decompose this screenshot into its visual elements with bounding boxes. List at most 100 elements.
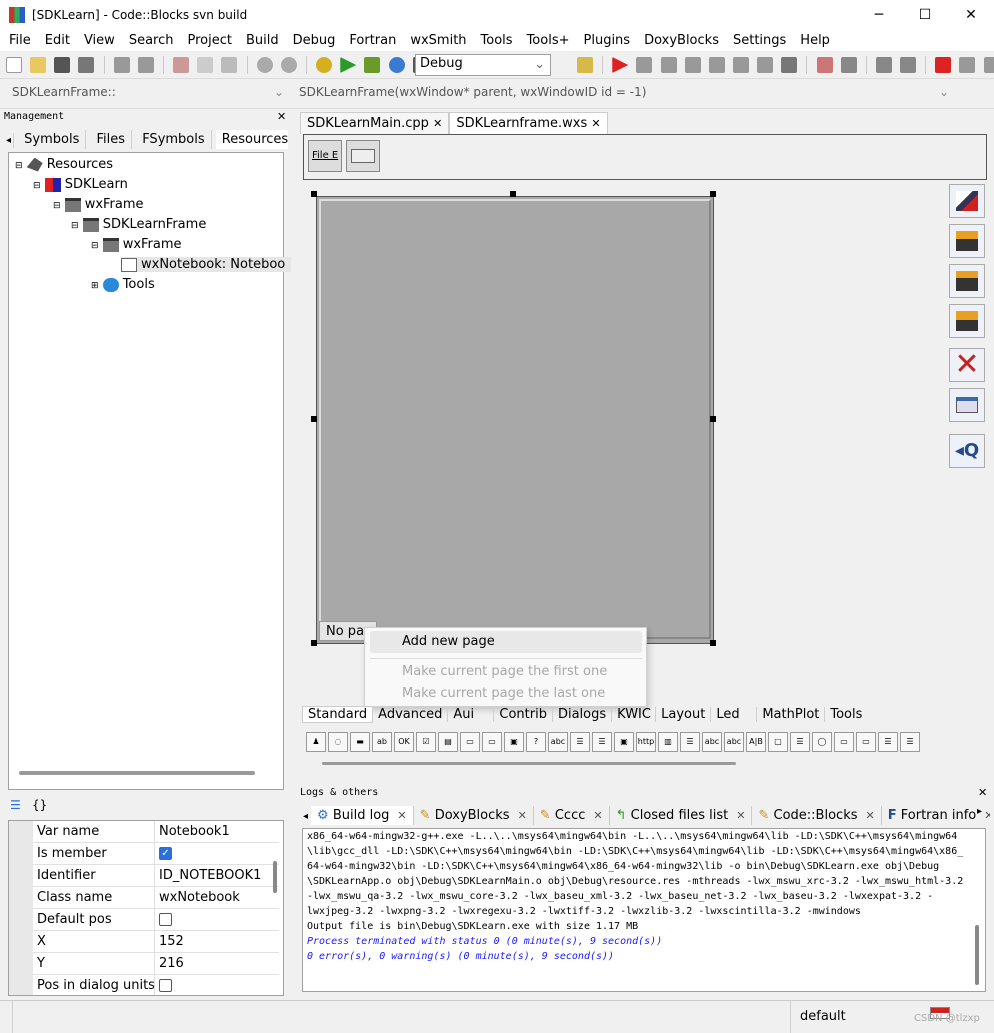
menu-file[interactable]: File xyxy=(2,33,38,48)
close-icon[interactable]: ✕ xyxy=(433,117,442,130)
menu-plugins[interactable]: Plugins xyxy=(577,33,638,48)
tab-scroll-left-icon[interactable]: ◂ xyxy=(300,811,311,822)
palette-tab-dialogs[interactable]: Dialogs xyxy=(553,707,613,722)
next-instruction-icon[interactable] xyxy=(732,57,749,73)
debug-info-icon[interactable] xyxy=(840,57,857,73)
resize-handle[interactable] xyxy=(311,640,317,646)
tree-node-sdklearnframe[interactable]: ⊟ SDKLearnFrame xyxy=(71,217,206,232)
palette-widget-icon[interactable]: A|B xyxy=(746,732,766,752)
insert-after-icon[interactable] xyxy=(949,304,985,338)
tab-scroll-left-icon[interactable]: ◂ xyxy=(4,133,15,148)
build-log-output[interactable]: x86_64-w64-mingw32-g++.exe -L..\..\msys6… xyxy=(302,828,986,992)
prop-class-name[interactable]: Class name wxNotebook xyxy=(33,887,279,909)
palette-tab-kwic[interactable]: KWIC xyxy=(612,707,657,722)
palette-tab-contrib[interactable]: Contrib xyxy=(494,707,553,722)
show-preview-icon[interactable] xyxy=(949,388,985,422)
palette-widget-icon[interactable]: ♟ xyxy=(306,732,326,752)
preview-pointer-icon[interactable] xyxy=(949,184,985,218)
stop-debug-icon[interactable] xyxy=(781,57,798,73)
quick-properties-icon[interactable]: ◂Q xyxy=(949,434,985,468)
vertical-scrollbar[interactable] xyxy=(273,861,277,893)
tab-fsymbols[interactable]: FSymbols xyxy=(136,130,212,149)
tab-closed-files[interactable]: ↰ Closed files list ✕ xyxy=(610,806,753,825)
menu-preview[interactable]: File E xyxy=(308,140,342,172)
palette-widget-icon[interactable]: ☰ xyxy=(900,732,920,752)
palette-widget-icon[interactable]: ☰ xyxy=(680,732,700,752)
menu-tools-plus[interactable]: Tools+ xyxy=(520,33,577,48)
menu-fortran[interactable]: Fortran xyxy=(342,33,403,48)
palette-widget-icon[interactable]: ▬ xyxy=(350,732,370,752)
prop-x[interactable]: X 152 xyxy=(33,931,279,953)
palette-widget-icon[interactable]: abc xyxy=(724,732,744,752)
menu-project[interactable]: Project xyxy=(180,33,238,48)
tab-scroll-right-icon[interactable]: ▸ xyxy=(977,806,982,817)
pause-icon[interactable] xyxy=(757,57,774,73)
tab-sdklearnmain-cpp[interactable]: SDKLearnMain.cpp ✕ xyxy=(300,112,450,134)
vertical-scrollbar[interactable] xyxy=(975,925,979,985)
bookmark-flag-icon[interactable] xyxy=(935,57,952,73)
build-gear-icon[interactable] xyxy=(316,57,333,73)
palette-widget-icon[interactable]: OK xyxy=(394,732,414,752)
find-icon[interactable] xyxy=(256,57,273,73)
is-member-checkbox[interactable]: ✓ xyxy=(159,847,172,860)
properties-tab-icon[interactable]: ☰ xyxy=(10,798,21,812)
statusbar-preview-icon[interactable] xyxy=(346,140,380,172)
menu-settings[interactable]: Settings xyxy=(726,33,793,48)
prop-var-name[interactable]: Var name Notebook1 xyxy=(33,821,279,843)
palette-tab-standard[interactable]: Standard xyxy=(302,706,374,723)
events-tab-icon[interactable]: {} xyxy=(32,798,47,812)
palette-tab-led[interactable]: Led xyxy=(711,707,758,722)
palette-tab-advanced[interactable]: Advanced xyxy=(373,707,449,722)
function-select[interactable]: SDKLearnFrame(wxWindow* parent, wxWindow… xyxy=(295,84,955,106)
tree-node-wxframe-child[interactable]: ⊟ wxFrame xyxy=(91,237,182,252)
undo-icon[interactable] xyxy=(113,57,130,73)
prop-identifier[interactable]: Identifier ID_NOTEBOOK1 xyxy=(33,865,279,887)
resize-handle[interactable] xyxy=(710,416,716,422)
tab-cccc[interactable]: ✎ Cccc ✕ xyxy=(534,806,610,825)
palette-widget-icon[interactable]: ▥ xyxy=(658,732,678,752)
menu-wxsmith[interactable]: wxSmith xyxy=(403,33,473,48)
close-icon[interactable]: ✕ xyxy=(978,786,987,799)
delete-x-icon[interactable]: ✕ xyxy=(949,348,985,382)
save-icon[interactable] xyxy=(54,57,71,73)
scope-select[interactable]: SDKLearnFrame:: ⌄ xyxy=(8,84,290,106)
menu-search[interactable]: Search xyxy=(122,33,181,48)
tree-node-tools[interactable]: ⊞ Tools xyxy=(91,277,155,292)
palette-widget-icon[interactable]: ◌ xyxy=(328,732,348,752)
tab-symbols[interactable]: Symbols xyxy=(18,130,87,149)
palette-widget-icon[interactable]: http xyxy=(636,732,656,752)
tree-node-resources[interactable]: ⊟ Resources xyxy=(15,157,113,172)
redo-icon[interactable] xyxy=(137,57,154,73)
tree-node-notebook[interactable]: wxNotebook: Noteboo xyxy=(121,257,292,272)
build-run-icon[interactable] xyxy=(364,57,381,73)
close-icon[interactable]: ✕ xyxy=(397,809,406,822)
tree-node-project[interactable]: ⊟ SDKLearn xyxy=(33,177,128,192)
minimize-button[interactable]: ─ xyxy=(856,0,902,30)
menu-view[interactable]: View xyxy=(77,33,122,48)
resize-handle[interactable] xyxy=(710,640,716,646)
copy-icon[interactable] xyxy=(197,57,214,73)
prop-pos-dialog-units[interactable]: Pos in dialog units xyxy=(33,975,279,995)
palette-widget-icon[interactable]: ? xyxy=(526,732,546,752)
palette-widget-icon[interactable]: ▭ xyxy=(460,732,480,752)
close-icon[interactable]: ✕ xyxy=(866,809,875,822)
tab-fortran-info[interactable]: F Fortran info ✕ xyxy=(882,806,990,825)
palette-widget-icon[interactable]: ☑ xyxy=(416,732,436,752)
palette-widget-icon[interactable]: ab xyxy=(372,732,392,752)
insert-before-icon[interactable] xyxy=(949,264,985,298)
menu-tools[interactable]: Tools xyxy=(474,33,520,48)
paste-icon[interactable] xyxy=(221,57,238,73)
palette-widget-icon[interactable]: ▭ xyxy=(482,732,502,752)
rebuild-icon[interactable] xyxy=(388,57,405,73)
tab-files[interactable]: Files xyxy=(91,130,133,149)
save-all-icon[interactable] xyxy=(78,57,95,73)
tab-resources[interactable]: Resources xyxy=(215,130,288,149)
menu-item-add-new-page[interactable]: Add new page xyxy=(370,631,642,653)
palette-widget-icon[interactable]: abc xyxy=(702,732,722,752)
resize-handle[interactable] xyxy=(710,191,716,197)
replace-icon[interactable] xyxy=(280,57,297,73)
run-icon[interactable] xyxy=(340,57,357,73)
close-icon[interactable]: ✕ xyxy=(518,809,527,822)
close-icon[interactable]: ✕ xyxy=(591,117,600,130)
pos-dialog-units-checkbox[interactable] xyxy=(159,979,172,992)
